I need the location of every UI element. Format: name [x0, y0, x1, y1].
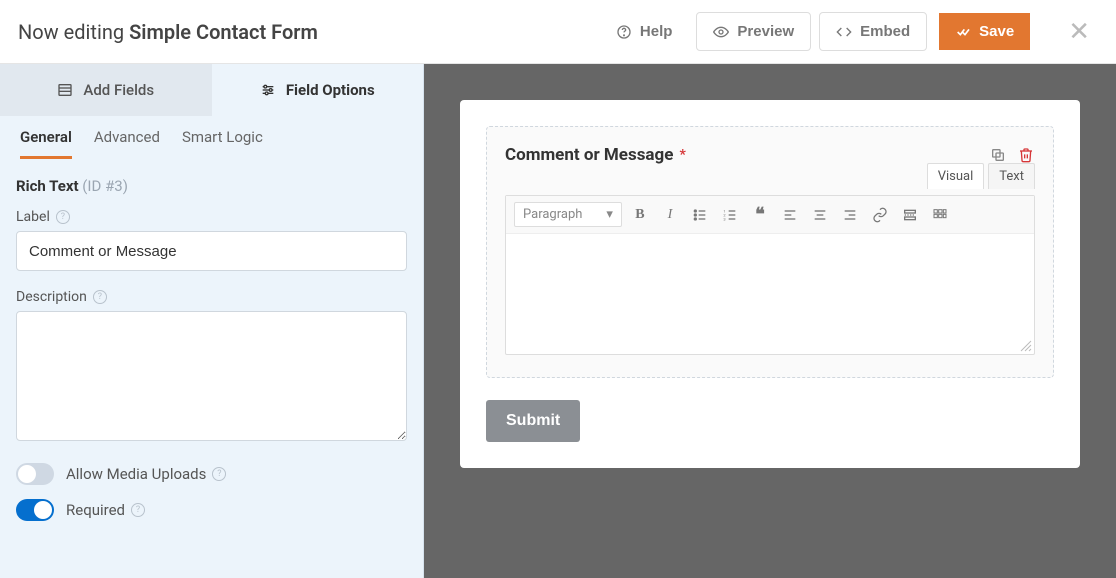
subtab-smart-logic[interactable]: Smart Logic — [182, 116, 263, 159]
embed-button[interactable]: Embed — [819, 12, 927, 51]
editor-mode-visual[interactable]: Visual — [927, 163, 985, 189]
preview-label: Preview — [737, 23, 794, 40]
form-card: Comment or Message * Visual T — [460, 100, 1080, 468]
help-tooltip-icon[interactable]: ? — [212, 467, 226, 481]
eye-icon — [713, 24, 729, 40]
italic-icon[interactable]: I — [658, 203, 682, 227]
sliders-icon — [260, 82, 276, 98]
field-type: Rich Text — [16, 177, 79, 195]
tab-field-options[interactable]: Field Options — [212, 64, 424, 116]
link-icon[interactable] — [868, 203, 892, 227]
toggle-allow-media-uploads-row: Allow Media Uploads ? — [16, 463, 407, 485]
blockquote-icon[interactable]: ❝ — [748, 203, 772, 227]
trash-icon[interactable] — [1017, 146, 1035, 164]
tab-add-fields[interactable]: Add Fields — [0, 64, 212, 116]
editor-mode-tabs: Visual Text — [927, 163, 1035, 189]
help-tooltip-icon[interactable]: ? — [56, 210, 70, 224]
number-list-icon[interactable]: 123 — [718, 203, 742, 227]
required-star: * — [679, 147, 685, 163]
svg-text:3: 3 — [723, 216, 725, 221]
allow-media-uploads-label: Allow Media Uploads ? — [66, 465, 226, 483]
help-tooltip-icon[interactable]: ? — [93, 290, 107, 304]
sidebar: Add Fields Field Options General Advance… — [0, 64, 424, 578]
submit-button[interactable]: Submit — [486, 400, 580, 442]
grid-icon — [57, 82, 73, 98]
form-name: Simple Contact Form — [129, 20, 318, 44]
help-button[interactable]: Help — [600, 13, 689, 50]
help-label: Help — [640, 23, 673, 40]
description-input[interactable] — [16, 311, 407, 441]
description-label: Description ? — [16, 289, 407, 305]
help-tooltip-icon[interactable]: ? — [131, 503, 145, 517]
toolbar-toggle-icon[interactable] — [928, 203, 952, 227]
tab-field-options-label: Field Options — [286, 81, 375, 99]
editor-mode-text[interactable]: Text — [988, 163, 1035, 189]
label-input[interactable] — [16, 231, 407, 271]
chevron-down-icon: ▾ — [606, 207, 613, 222]
label-label: Label ? — [16, 209, 407, 225]
resize-grip-icon[interactable] — [1020, 340, 1032, 352]
field-id: (ID #3) — [82, 177, 128, 195]
close-icon: ✕ — [1068, 17, 1090, 47]
toggle-required-row: Required ? — [16, 499, 407, 521]
save-button[interactable]: Save — [939, 13, 1030, 50]
paragraph-dropdown[interactable]: Paragraph ▾ — [514, 202, 622, 227]
title-prefix: Now editing — [18, 20, 129, 44]
field-options-panel: Rich Text (ID #3) Label ? Description ? — [0, 159, 423, 539]
field-head: Comment or Message * — [505, 145, 1035, 165]
code-icon — [836, 24, 852, 40]
toggle-required[interactable] — [16, 499, 54, 521]
check-icon — [955, 24, 971, 40]
field-title: Rich Text (ID #3) — [16, 177, 407, 195]
save-label: Save — [979, 23, 1014, 40]
header-title: Now editing Simple Contact Form — [18, 20, 318, 44]
align-left-icon[interactable] — [778, 203, 802, 227]
form-field-rich-text[interactable]: Comment or Message * Visual T — [486, 126, 1054, 378]
bullet-list-icon[interactable] — [688, 203, 712, 227]
tab-add-fields-label: Add Fields — [83, 81, 154, 99]
duplicate-icon[interactable] — [989, 146, 1007, 164]
subtab-advanced[interactable]: Advanced — [94, 116, 160, 159]
header-bar: Now editing Simple Contact Form Help Pre… — [0, 0, 1116, 64]
rich-text-editor: Paragraph ▾ B I 123 — [505, 195, 1035, 355]
field-head-label: Comment or Message — [505, 145, 673, 165]
rich-text-editor-wrap: Visual Text Paragraph ▾ B I — [505, 195, 1035, 355]
align-center-icon[interactable] — [808, 203, 832, 227]
bold-icon[interactable]: B — [628, 203, 652, 227]
toggle-allow-media-uploads[interactable] — [16, 463, 54, 485]
embed-label: Embed — [860, 23, 910, 40]
required-label: Required ? — [66, 501, 145, 519]
align-right-icon[interactable] — [838, 203, 862, 227]
sidebar-subtabs: General Advanced Smart Logic — [0, 116, 423, 159]
insert-more-icon[interactable] — [898, 203, 922, 227]
preview-button[interactable]: Preview — [696, 12, 811, 51]
close-button[interactable]: ✕ — [1060, 13, 1098, 51]
help-icon — [616, 24, 632, 40]
preview-area: Comment or Message * Visual T — [424, 64, 1116, 578]
sidebar-tabs: Add Fields Field Options — [0, 64, 423, 116]
editor-toolbar: Paragraph ▾ B I 123 — [506, 196, 1034, 234]
editor-body[interactable] — [506, 234, 1034, 354]
subtab-general[interactable]: General — [20, 116, 72, 159]
